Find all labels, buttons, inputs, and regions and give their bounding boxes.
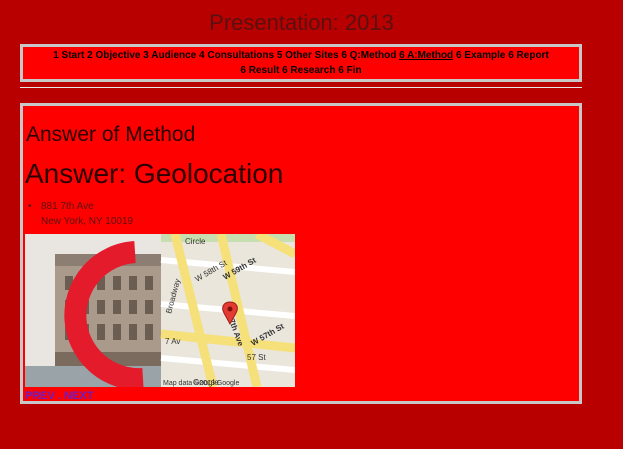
map-data-caption: Map data ©2013 Google: [163, 379, 239, 387]
next-link[interactable]: NEXT: [64, 390, 93, 402]
page-title: Presentation: 2013: [209, 10, 394, 35]
address: • 881 7th Ave New York, NY 10019: [28, 199, 134, 229]
nav-example[interactable]: 6 Example: [456, 50, 505, 61]
nav-start[interactable]: 1 Start: [53, 50, 84, 61]
nav-result[interactable]: 6 Result: [240, 65, 279, 76]
nav-objective[interactable]: 2 Objective: [87, 50, 140, 61]
content-panel: Answer of Method Answer: Geolocation • 8…: [20, 103, 582, 404]
nav-a-method[interactable]: 6 A:Method: [399, 50, 453, 61]
top-navigation: 1 Start 2 Objective 3 Audience 4 Consult…: [20, 44, 582, 82]
building-and-map-image: Circle W 58th St W 59th St Broadway 7th …: [25, 234, 295, 387]
nav-fin[interactable]: 6 Fin: [338, 65, 361, 76]
map-label-circle: Circle: [185, 237, 206, 246]
pager-separator: .: [54, 390, 65, 402]
address-line-1: 881 7th Ave: [41, 201, 94, 212]
nav-q-method[interactable]: 6 Q:Method: [341, 50, 396, 61]
nav-audience[interactable]: 3 Audience: [143, 50, 196, 61]
map-label-57st: 57 St: [247, 353, 266, 362]
bullet-icon: •: [28, 201, 32, 212]
nav-research[interactable]: 6 Research: [282, 65, 335, 76]
nav-other-sites[interactable]: 5 Other Sites: [277, 50, 339, 61]
map-label-7av: 7 Av: [165, 337, 180, 346]
location-image: Circle W 58th St W 59th St Broadway 7th …: [25, 234, 295, 387]
nav-report[interactable]: 6 Report: [508, 50, 549, 61]
address-line-2: New York, NY 10019: [41, 216, 134, 227]
section-heading: Answer of Method: [26, 123, 196, 146]
nav-consultations[interactable]: 4 Consultations: [199, 50, 274, 61]
prev-link[interactable]: PREV: [25, 390, 55, 402]
pager-links: PREV . NEXT: [25, 390, 93, 402]
divider: [20, 87, 582, 88]
answer-heading: Answer: Geolocation: [25, 158, 284, 189]
